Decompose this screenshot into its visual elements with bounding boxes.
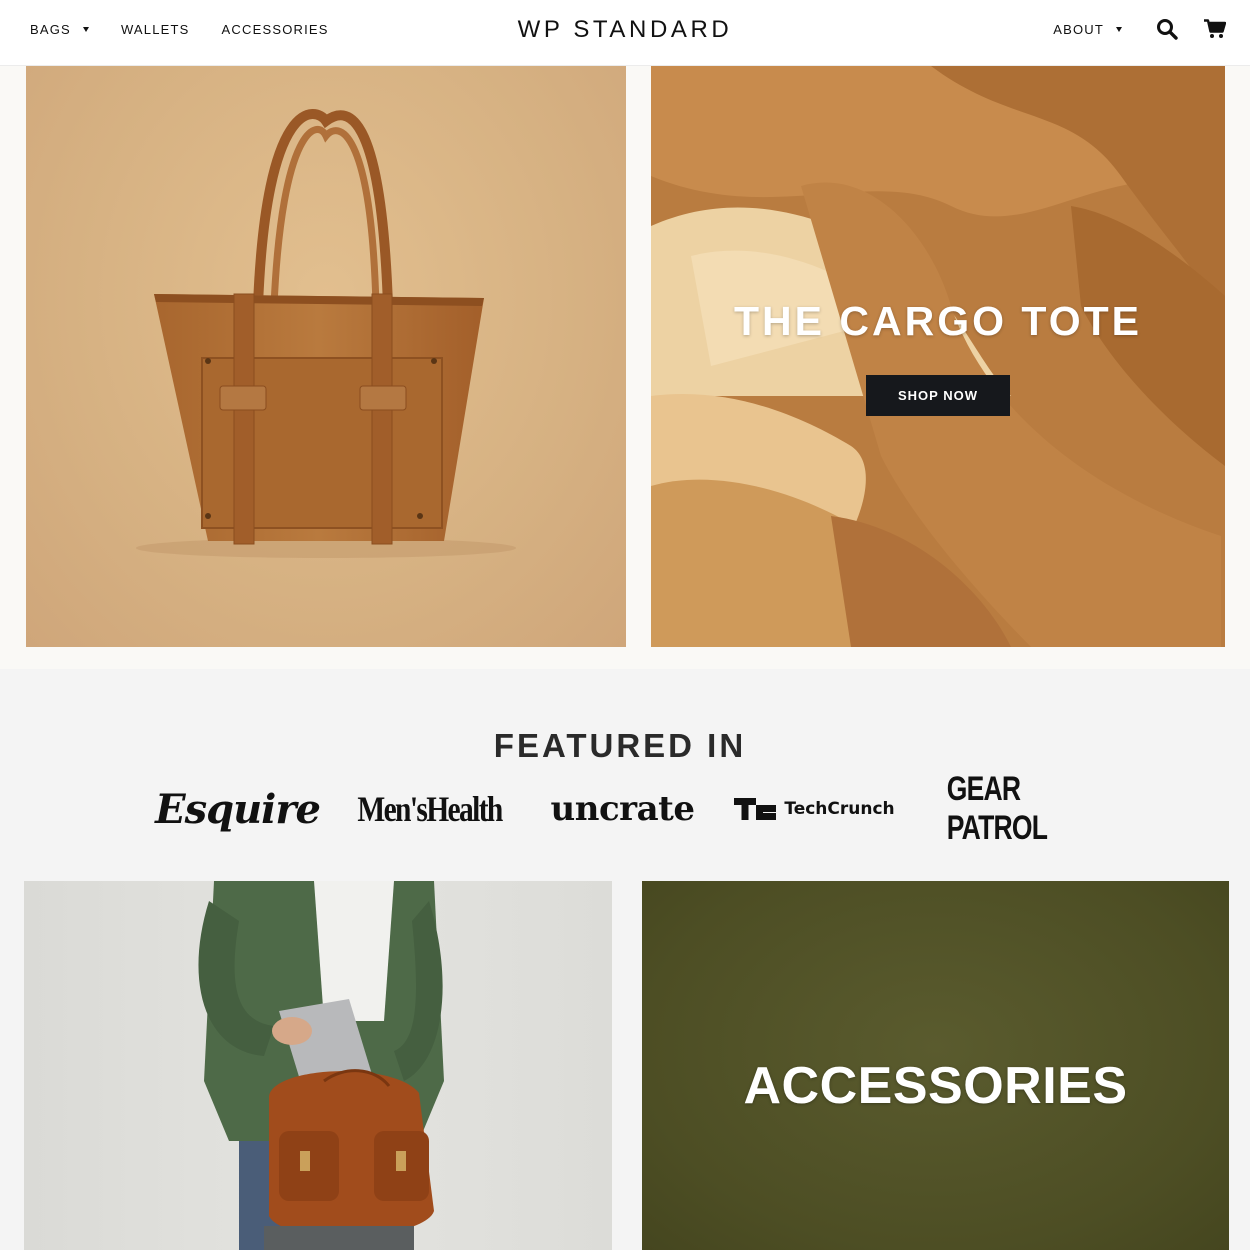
backpack-image-tile[interactable]	[24, 881, 612, 1250]
shop-now-button[interactable]: SHOP NOW	[866, 375, 1010, 416]
esquire-logo-text: Esquire	[155, 785, 321, 833]
backpack-model-photo	[198, 881, 444, 1250]
tote-bag-illustration	[136, 109, 516, 558]
secondary-nav: ABOUT	[1053, 16, 1228, 42]
featured-in-section: FEATURED IN Esquire Men'sHealth uncrate …	[0, 669, 1250, 859]
hero-section: THE CARGO TOTE SHOP NOW	[0, 66, 1250, 669]
leather-hides-image[interactable]: THE CARGO TOTE SHOP NOW	[651, 66, 1225, 647]
search-button[interactable]	[1154, 16, 1180, 42]
gearpatrol-logo[interactable]: GEAR PATROL	[947, 770, 1066, 847]
caret-down-icon	[1116, 26, 1122, 32]
gearpatrol-logo-text: GEAR PATROL	[946, 770, 1048, 847]
hero-title: THE CARGO TOTE	[734, 298, 1142, 344]
leather-texture	[651, 66, 1225, 647]
techcrunch-logo-text: TechCrunch	[784, 799, 895, 819]
accessories-tile-title: ACCESSORIES	[743, 1057, 1128, 1115]
uncrate-logo[interactable]: uncrate	[545, 787, 700, 831]
featured-title: FEATURED IN	[493, 727, 747, 764]
cart-button[interactable]	[1202, 16, 1228, 42]
nav-about-label: ABOUT	[1053, 21, 1104, 37]
nav-about[interactable]: ABOUT	[1053, 22, 1122, 37]
cargo-tote-image[interactable]	[26, 66, 626, 647]
accessories-tile[interactable]: ACCESSORIES	[642, 881, 1229, 1250]
cart-icon	[1204, 19, 1226, 38]
techcrunch-logo[interactable]: TechCrunch	[734, 787, 895, 831]
menshealth-logo[interactable]: Men'sHealth	[357, 787, 503, 831]
menshealth-logo-text: Men'sHealth	[357, 789, 503, 829]
search-icon	[1157, 19, 1178, 40]
site-header: BAGS WALLETS ACCESSORIES WP STANDARD ABO…	[0, 0, 1250, 66]
techcrunch-mark-icon	[734, 798, 777, 820]
uncrate-logo-text: uncrate	[550, 789, 695, 829]
esquire-logo[interactable]: Esquire	[155, 786, 321, 833]
